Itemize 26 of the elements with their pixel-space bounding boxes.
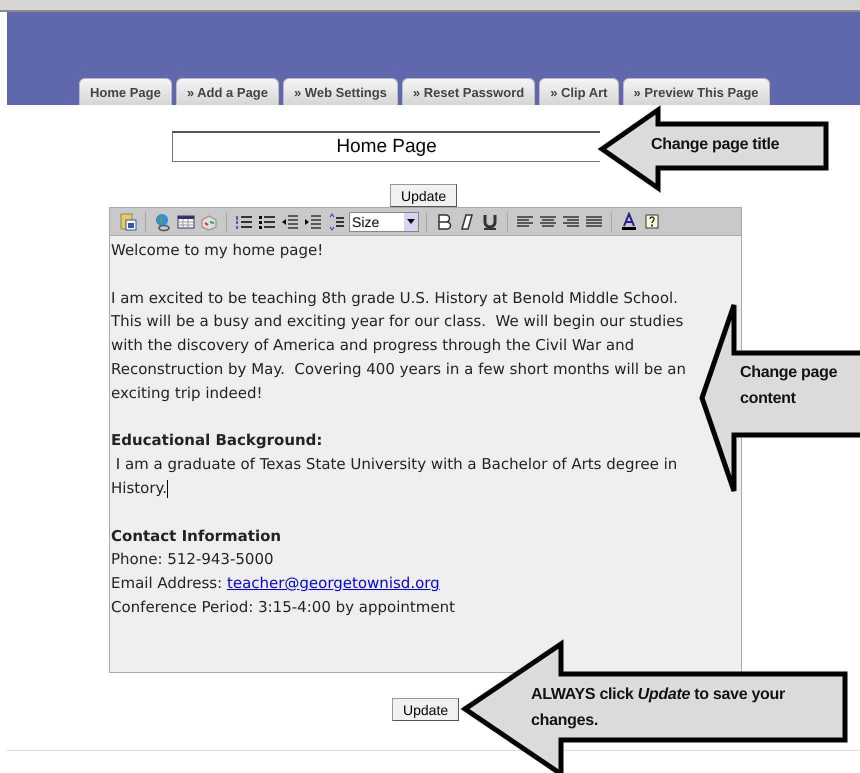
callout-text: ALWAYS click Update to save your changes. [531,685,786,731]
update-button[interactable]: Update [392,698,460,721]
callout-text: Change page title [651,135,780,155]
paste-word-icon[interactable] [118,212,138,232]
size-select[interactable]: Size [349,212,419,232]
body-text: I am a graduate of Texas State University with a Bachelor of Arts degree in History. [111,454,678,500]
callout-text: Change page content [740,363,838,409]
nav-tab[interactable]: » Web Settings [282,78,398,105]
nav-tab[interactable]: Home Page [79,78,172,105]
nav-tab[interactable]: » Clip Art [539,78,619,105]
body-text: Email Address: [111,574,224,592]
nav-tab[interactable]: » Preview This Page [622,78,770,105]
dropdown-caret-icon [407,219,415,224]
section-heading: Contact Information [111,526,282,547]
section-heading: Educational Background: [111,430,324,452]
content-editor[interactable] [109,207,742,673]
page-title-field[interactable]: Home Page [172,131,600,162]
font-color-icon[interactable] [619,212,639,232]
body-text: Phone: 512-943-5000 [111,549,275,570]
body-text: I am excited to be teaching 8th grade U.S. History at Benold Middle School. This will be a busy and exciting year for our class. We will begin our studies with the discovery of America and progress through the Civil War and Reconstruction by May. Covering 400 years in a few short months will be an exciting trip indeed! [111,288,687,404]
nav-tab[interactable]: » Add a Page [176,78,279,105]
body-text: Conference Period: 3:15-4:00 by appointment [111,596,456,618]
body-text: Welcome to my home page! [111,240,324,261]
nav-tab[interactable]: » Reset Password [402,78,536,105]
email-link[interactable]: teacher@georgetownisd.org [226,574,440,592]
update-button[interactable]: Update [390,184,458,207]
